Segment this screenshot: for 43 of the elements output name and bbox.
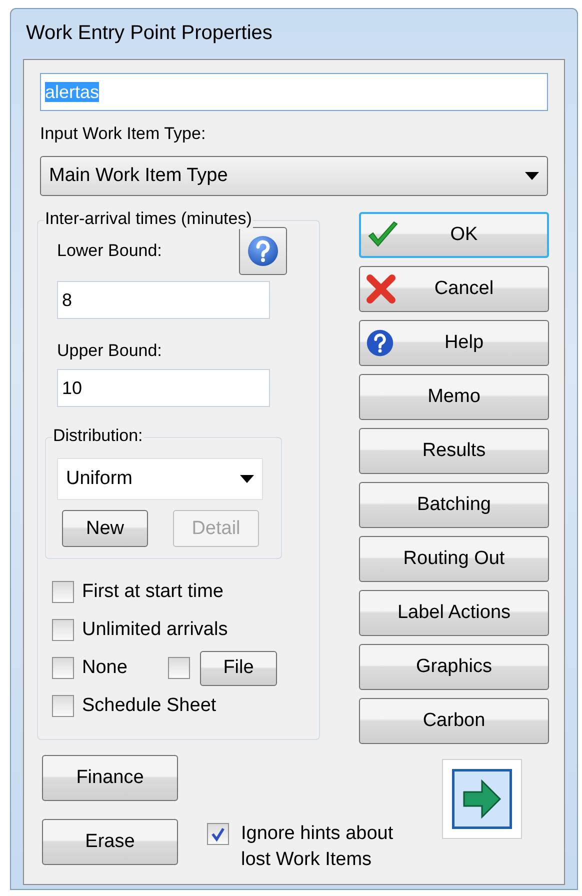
field-label: Input Work Item Type: bbox=[40, 124, 207, 144]
dialog-button[interactable]: Finance bbox=[42, 755, 178, 801]
checkbox[interactable] bbox=[52, 581, 74, 603]
dialog-button[interactable]: Routing Out bbox=[359, 536, 549, 582]
caret-icon bbox=[525, 172, 539, 180]
dialog-button[interactable]: Cancel bbox=[359, 266, 549, 312]
help-icon bbox=[366, 329, 394, 357]
dialog-button[interactable]: Memo bbox=[359, 374, 549, 420]
dialog-button[interactable]: Label Actions bbox=[359, 590, 549, 636]
checkbox[interactable] bbox=[207, 823, 229, 845]
upper-bound-field[interactable]: 10 bbox=[57, 369, 270, 407]
file-button[interactable]: File bbox=[200, 650, 277, 686]
help-icon bbox=[247, 235, 279, 267]
checkbox-label: Unlimited arrivals bbox=[82, 619, 228, 641]
distribution-dropdown[interactable]: Uniform bbox=[57, 458, 263, 500]
group-legend: Inter-arrival times (minutes) bbox=[44, 209, 253, 229]
checkbox[interactable] bbox=[52, 619, 74, 641]
lower-bound-field[interactable]: 8 bbox=[57, 281, 270, 319]
distribution-button[interactable]: New bbox=[62, 510, 148, 547]
checkbox[interactable] bbox=[52, 695, 74, 717]
field-label: Upper Bound: bbox=[57, 341, 163, 361]
dialog-button[interactable]: Carbon bbox=[359, 698, 549, 744]
checkbox-label: Ignore hints about lost Work Items bbox=[241, 822, 394, 872]
work-item-type-dropdown[interactable]: Main Work Item Type bbox=[40, 156, 548, 196]
field-label: Lower Bound: bbox=[57, 241, 162, 261]
checkbox-label: Schedule Sheet bbox=[82, 695, 216, 717]
dialog-button[interactable]: Help bbox=[359, 320, 549, 366]
dialog-button[interactable]: Batching bbox=[359, 482, 549, 528]
cross-icon bbox=[366, 274, 396, 304]
dialog-button[interactable]: Erase bbox=[42, 819, 178, 865]
arrow-icon bbox=[452, 769, 512, 829]
checkbox[interactable] bbox=[168, 657, 190, 679]
dialog-button[interactable]: Graphics bbox=[359, 644, 549, 690]
help-button[interactable] bbox=[239, 227, 287, 275]
checkbox-label: First at start time bbox=[82, 581, 224, 603]
next-button[interactable] bbox=[442, 759, 522, 839]
checkmark-icon bbox=[367, 221, 399, 249]
dialog-button[interactable]: Results bbox=[359, 428, 549, 474]
checkbox[interactable] bbox=[52, 657, 74, 679]
caret-icon bbox=[240, 475, 254, 483]
checkbox-label: None bbox=[82, 657, 128, 679]
dialog-button[interactable]: OK bbox=[359, 212, 549, 258]
window-title: Work Entry Point Properties bbox=[25, 21, 274, 46]
